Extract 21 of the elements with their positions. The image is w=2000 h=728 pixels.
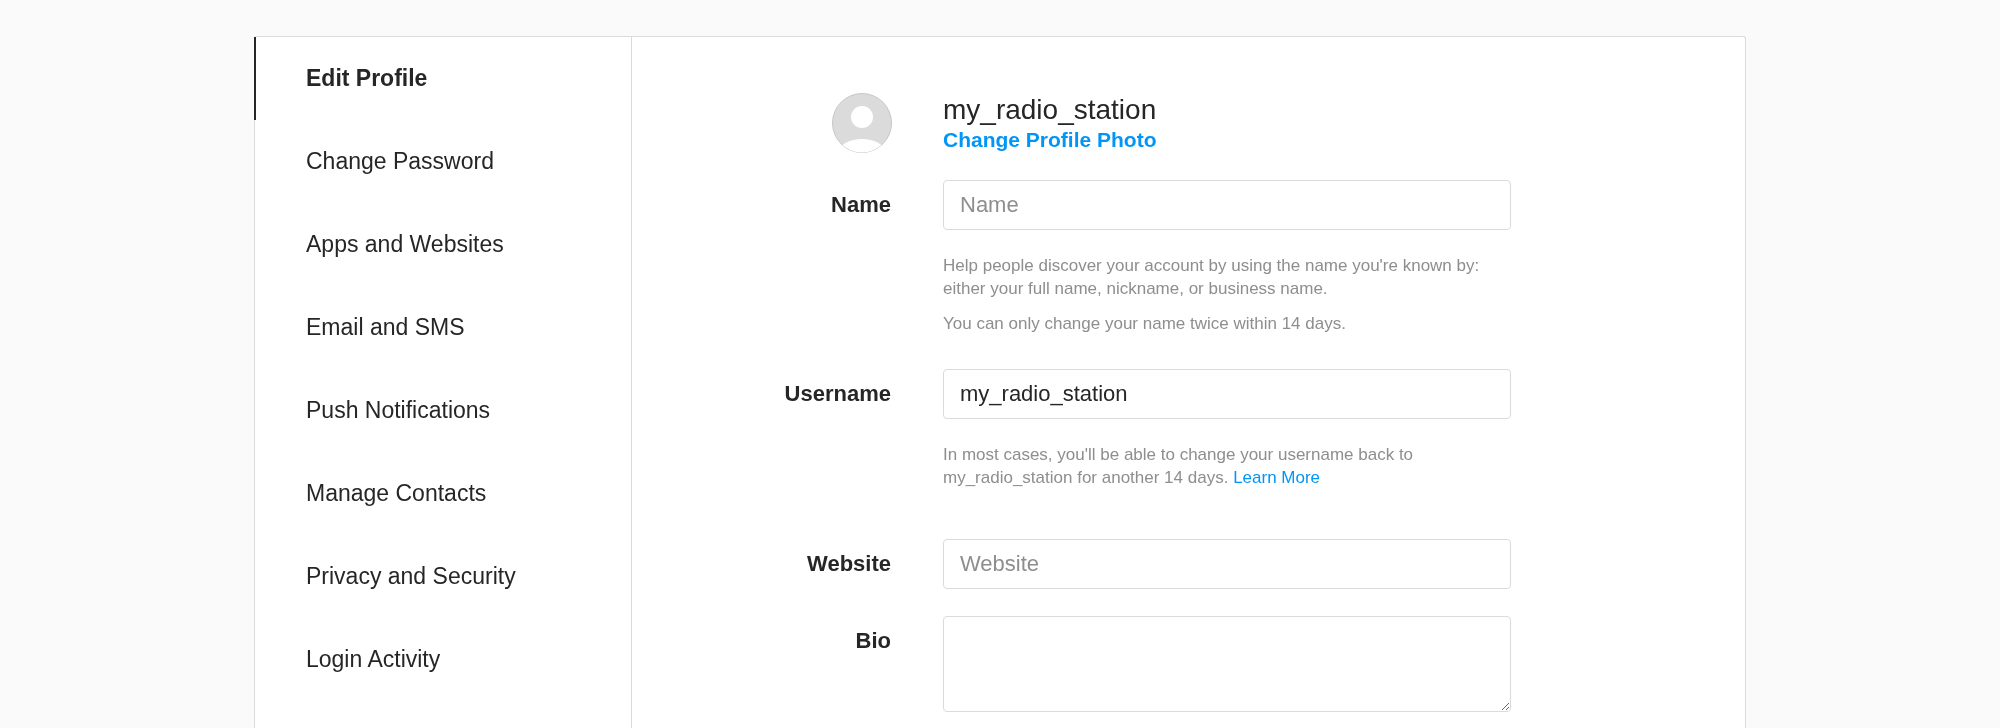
sidebar-item[interactable]: Push Notifications (254, 369, 631, 452)
profile-username: my_radio_station (943, 94, 1157, 126)
input-field[interactable]: Website (943, 539, 1511, 589)
help-text: Help people discover your account by using the name you're known by: either your full name, nickname, or business name. (943, 255, 1481, 300)
field-label: Username (784, 380, 891, 408)
sidebar-item[interactable]: Login Activity (254, 618, 631, 701)
sidebar-item[interactable]: Manage Contacts (254, 452, 631, 535)
sidebar-item[interactable]: Change Password (254, 120, 631, 203)
avatar-icon (832, 93, 892, 153)
sidebar-item[interactable]: Apps and Websites (254, 203, 631, 286)
sidebar-item[interactable]: Edit Profile (254, 37, 631, 120)
sidebar-item[interactable]: Privacy and Security (254, 535, 631, 618)
help-text: You can only change your name twice within 14 days. (943, 313, 1347, 335)
field-label: Bio (855, 627, 891, 655)
text-area[interactable] (943, 616, 1511, 712)
input-field[interactable]: my_radio_station (943, 369, 1511, 419)
sidebar-item[interactable]: Email and SMS (254, 286, 631, 369)
input-field[interactable]: Name (943, 180, 1511, 230)
field-label: Name (831, 191, 891, 219)
field-label: Website (807, 550, 891, 578)
help-text: In most cases, you'll be able to change your username back to my_radio_station for another 14 days. Learn More (943, 444, 1415, 489)
